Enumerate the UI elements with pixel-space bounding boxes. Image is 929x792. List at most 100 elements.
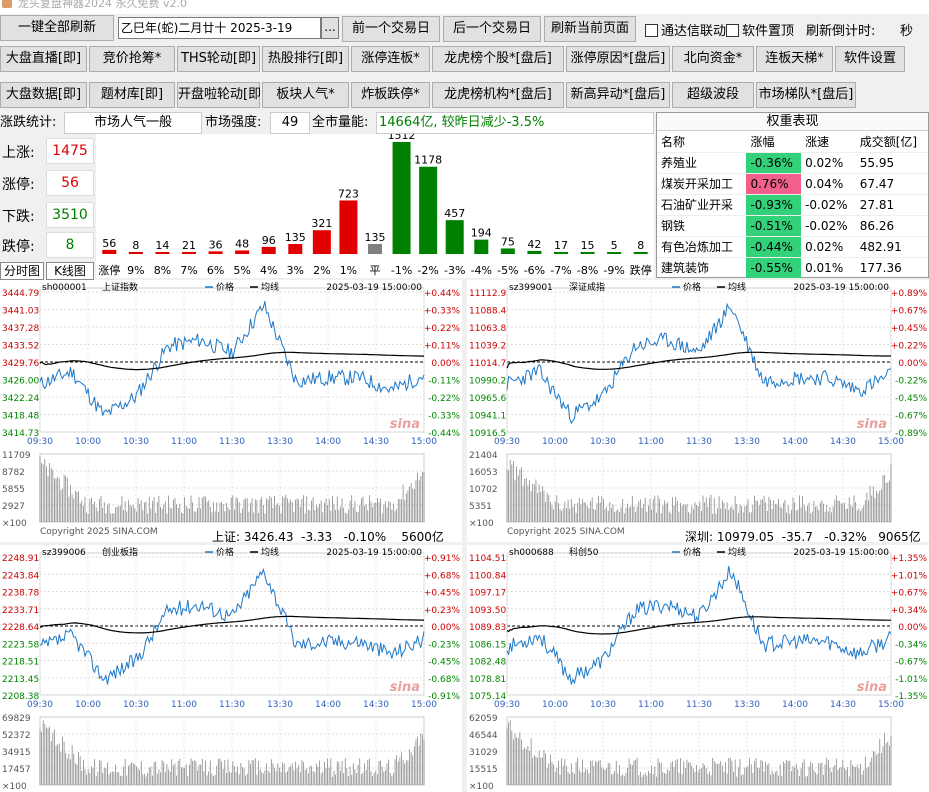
refresh-all-button[interactable]: 一键全部刷新 <box>0 15 114 41</box>
sector-cell-amount: 482.91 <box>855 236 928 258</box>
dist-bar-value: 56 <box>102 237 116 250</box>
index-panel-sh000688[interactable]: 1104.51 +1.35% 1100.84 +1.01% 1097.17 +0.67% 1… <box>467 545 929 792</box>
sector-header-1[interactable]: 涨幅 <box>746 131 802 153</box>
price-axis-tick: 2248.91 <box>2 554 39 564</box>
volume-axis-tick: 8782 <box>2 468 25 478</box>
dist-bar-value: 15 <box>581 239 595 252</box>
sh000001-chart: 3444.79 +0.44% 3441.03 +0.33% 3437.28 +0.22% 3… <box>2 281 461 537</box>
dist-category-label: 3% <box>287 264 304 277</box>
price-axis-tick: 1082.48 <box>469 658 506 668</box>
index-name: 深证成指 <box>569 281 605 293</box>
sector-header-3[interactable]: 成交额[亿] <box>855 131 928 153</box>
dist-category-label: 6% <box>207 264 224 277</box>
pct-axis-tick: +0.23% <box>424 606 461 616</box>
dist-bar <box>312 230 331 254</box>
nav-button-r2-7[interactable]: 新高异动*[盘后] <box>566 82 670 108</box>
nav-button-r2-3[interactable]: 开盘啦轮动[即] <box>177 82 266 108</box>
sector-header-2[interactable]: 涨速 <box>801 131 856 153</box>
nav-button-r2-9[interactable]: 市场梯队*[盘后] <box>756 82 856 108</box>
sector-weight-panel: 权重表现 名称 涨幅 涨速 成交额[亿] 养殖业 -0.36% 0.02% 55.95 煤炭开… <box>656 112 929 279</box>
sector-panel-title: 权重表现 <box>657 113 928 131</box>
dist-category-label: -2% <box>417 264 438 277</box>
date-picker-button[interactable]: ... <box>321 17 339 39</box>
sector-row[interactable]: 养殖业 -0.36% 0.02% 55.95 <box>657 152 928 174</box>
chart-datetime: 2025-03-19 15:00:00 <box>326 548 422 558</box>
dist-bar <box>474 239 489 254</box>
index-code: sz399001 <box>509 283 553 293</box>
limit-down-count: 8 <box>46 232 94 258</box>
nav-button-r2-4[interactable]: 板块人气* <box>262 82 349 108</box>
volume-axis-tick: 34915 <box>2 748 31 758</box>
down-count: 3510 <box>46 202 94 228</box>
price-axis-tick: 11063.8 <box>469 324 506 334</box>
time-axis-tick: 10:30 <box>123 700 149 710</box>
time-axis-tick: 14:30 <box>363 700 389 710</box>
up-count: 1475 <box>46 138 94 164</box>
sector-row[interactable]: 煤炭开采加工 0.76% 0.04% 67.47 <box>657 173 928 195</box>
nav-button-r2-8[interactable]: 超级波段 <box>672 82 754 108</box>
sz-summary-label: 深圳: <box>685 530 714 544</box>
nav-button-r1-3[interactable]: THS轮动[即] <box>177 46 260 72</box>
nav-button-r2-1[interactable]: 大盘数据[即] <box>0 82 87 108</box>
sector-row[interactable]: 石油矿业开采 -0.93% -0.02% 27.81 <box>657 194 928 216</box>
nav-button-r1-5[interactable]: 涨停连板* <box>351 46 430 72</box>
nav-button-r1-10[interactable]: 软件设置 <box>835 46 905 72</box>
nav-button-r1-1[interactable]: 大盘直播[即] <box>0 46 87 72</box>
dist-bar-value: 96 <box>262 234 276 247</box>
volume-axis-tick: ×100 <box>2 782 27 792</box>
dist-bar-value: 1178 <box>414 154 442 167</box>
dist-bar <box>392 142 411 254</box>
nav-button-r2-2[interactable]: 题材库[即] <box>89 82 175 108</box>
volume-axis-tick: 5351 <box>469 502 492 512</box>
nav-button-r1-7[interactable]: 涨停原因*[盘后] <box>566 46 670 72</box>
app-icon <box>2 0 12 8</box>
dist-bar <box>339 200 358 254</box>
nav-button-r1-4[interactable]: 热股排行[即] <box>262 46 349 72</box>
nav-button-r1-6[interactable]: 龙虎榜个股*[盘后] <box>432 46 564 72</box>
prev-day-button[interactable]: 前一个交易日 <box>342 16 440 42</box>
time-axis-tick: 11:00 <box>638 437 664 447</box>
legend-price: 价格 <box>683 546 701 558</box>
dist-category-label: 1% <box>340 264 357 277</box>
sector-row[interactable]: 有色冶炼加工 -0.44% 0.02% 482.91 <box>657 236 928 258</box>
tdx-link-checkbox[interactable]: 通达信联动 <box>645 20 726 39</box>
price-axis-tick: 2213.45 <box>2 675 39 685</box>
sector-row[interactable]: 钢铁 -0.51% -0.02% 86.26 <box>657 215 928 237</box>
index-panel-sz399006[interactable]: 2248.91 +0.91% 2243.84 +0.68% 2238.78 +0.45% 2… <box>0 545 462 792</box>
sh-summary-amount: 5600亿 <box>401 530 444 544</box>
tab-intraday[interactable]: 分时图 <box>0 262 44 280</box>
index-panel-sh000001[interactable]: 3444.79 +0.44% 3441.03 +0.33% 3437.28 +0.22% 3… <box>0 280 462 542</box>
nav-button-r2-5[interactable]: 炸板跌停* <box>351 82 430 108</box>
sh-index-summary: 上证: 3426.43 -3.33 -0.10% 5600亿 <box>212 528 444 545</box>
sector-header-0[interactable]: 名称 <box>657 131 747 153</box>
pct-axis-tick: +0.22% <box>424 324 461 334</box>
dist-bar-value: 321 <box>311 217 332 230</box>
time-axis-tick: 14:00 <box>315 437 341 447</box>
index-panel-sz399001[interactable]: 11112.9 +0.89% 11088.4 +0.67% 11063.8 +0.45% 1… <box>467 280 929 542</box>
nav-button-r1-2[interactable]: 竞价抢筹* <box>89 46 175 72</box>
next-day-button[interactable]: 后一个交易日 <box>443 16 541 42</box>
sector-row[interactable]: 建筑装饰 -0.55% 0.01% 177.36 <box>657 257 928 279</box>
down-label: 下跌: <box>2 209 35 225</box>
sector-cell-name: 石油矿业开采 <box>657 194 747 216</box>
dist-bar-value: 457 <box>444 207 465 220</box>
nav-button-r1-9[interactable]: 连板天梯* <box>756 46 833 72</box>
date-field[interactable]: 乙巳年(蛇)二月廿十 2025-3-19 <box>118 17 321 39</box>
nav-button-r1-8[interactable]: 北向资金* <box>672 46 754 72</box>
sector-cell-speed: 0.01% <box>801 257 856 279</box>
volume-axis-tick: 69829 <box>2 714 31 724</box>
volume-axis-tick: 52372 <box>2 731 31 741</box>
nav-button-r2-6[interactable]: 龙虎榜机构*[盘后] <box>432 82 564 108</box>
pct-axis-tick: +0.68% <box>424 571 461 581</box>
refresh-page-button[interactable]: 刷新当前页面 <box>544 16 636 42</box>
legend-price: 价格 <box>683 281 701 293</box>
dist-category-label: -4% <box>471 264 492 277</box>
time-axis-tick: 09:30 <box>494 700 520 710</box>
dist-bar <box>527 250 542 254</box>
time-axis-tick: 10:00 <box>75 437 101 447</box>
price-axis-tick: 2228.64 <box>2 623 39 633</box>
pct-axis-tick: +0.22% <box>891 342 928 352</box>
pin-top-checkbox[interactable]: 软件置顶 <box>726 20 794 39</box>
dist-bar <box>554 252 568 254</box>
tab-kline[interactable]: K线图 <box>46 262 94 280</box>
